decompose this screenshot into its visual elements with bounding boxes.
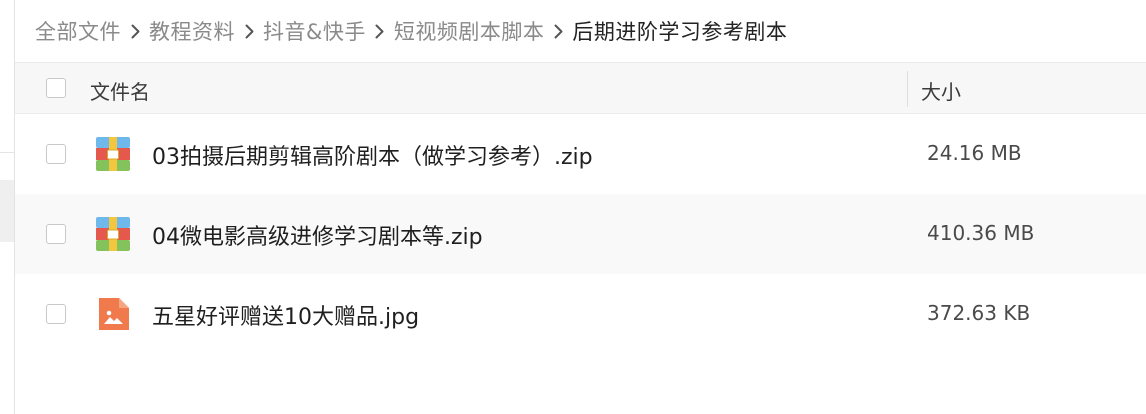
file-size: 372.63 KB	[927, 301, 1031, 325]
row-checkbox[interactable]	[46, 304, 66, 324]
file-browser: 全部文件 教程资料 抖音&快手 短视频剧本脚本 后期进阶学习参考剧本 文件名 大…	[0, 0, 1146, 414]
breadcrumb-item-all-files[interactable]: 全部文件	[35, 16, 121, 46]
select-all-checkbox[interactable]	[46, 78, 66, 98]
side-panel-edge	[0, 0, 15, 414]
chevron-right-icon	[235, 24, 263, 39]
file-size: 24.16 MB	[927, 141, 1022, 165]
image-file-icon	[99, 298, 129, 330]
file-size: 410.36 MB	[927, 221, 1035, 245]
chevron-right-icon	[121, 24, 149, 39]
side-panel-divider	[0, 152, 14, 153]
breadcrumb-item-douyin-kuaishou[interactable]: 抖音&快手	[263, 16, 366, 46]
table-header: 文件名 大小	[15, 62, 1146, 114]
file-name[interactable]: 五星好评赠送10大赠品.jpg	[152, 299, 419, 331]
file-name[interactable]: 04微电影高级进修学习剧本等.zip	[152, 219, 483, 251]
column-header-name[interactable]: 文件名	[90, 76, 150, 105]
chevron-right-icon	[544, 24, 572, 39]
column-header-size[interactable]: 大小	[921, 76, 961, 105]
zip-archive-icon	[96, 217, 130, 251]
file-name[interactable]: 03拍摄后期剪辑高阶剧本（做学习参考）.zip	[152, 139, 593, 171]
breadcrumb: 全部文件 教程资料 抖音&快手 短视频剧本脚本 后期进阶学习参考剧本	[15, 0, 1146, 62]
breadcrumb-item-tutorials[interactable]: 教程资料	[149, 16, 235, 46]
row-checkbox[interactable]	[46, 144, 66, 164]
breadcrumb-item-current: 后期进阶学习参考剧本	[572, 20, 788, 44]
chevron-right-icon	[366, 24, 394, 39]
breadcrumb-item-short-video-scripts[interactable]: 短视频剧本脚本	[394, 16, 545, 46]
table-row[interactable]: 五星好评赠送10大赠品.jpg 372.63 KB	[15, 274, 1146, 354]
side-panel-selected-item[interactable]	[0, 180, 14, 242]
table-row[interactable]: 03拍摄后期剪辑高阶剧本（做学习参考）.zip 24.16 MB	[15, 114, 1146, 194]
table-row[interactable]: 04微电影高级进修学习剧本等.zip 410.36 MB	[15, 194, 1146, 274]
zip-archive-icon	[96, 137, 130, 171]
row-checkbox[interactable]	[46, 224, 66, 244]
column-resize-handle[interactable]	[907, 71, 908, 107]
